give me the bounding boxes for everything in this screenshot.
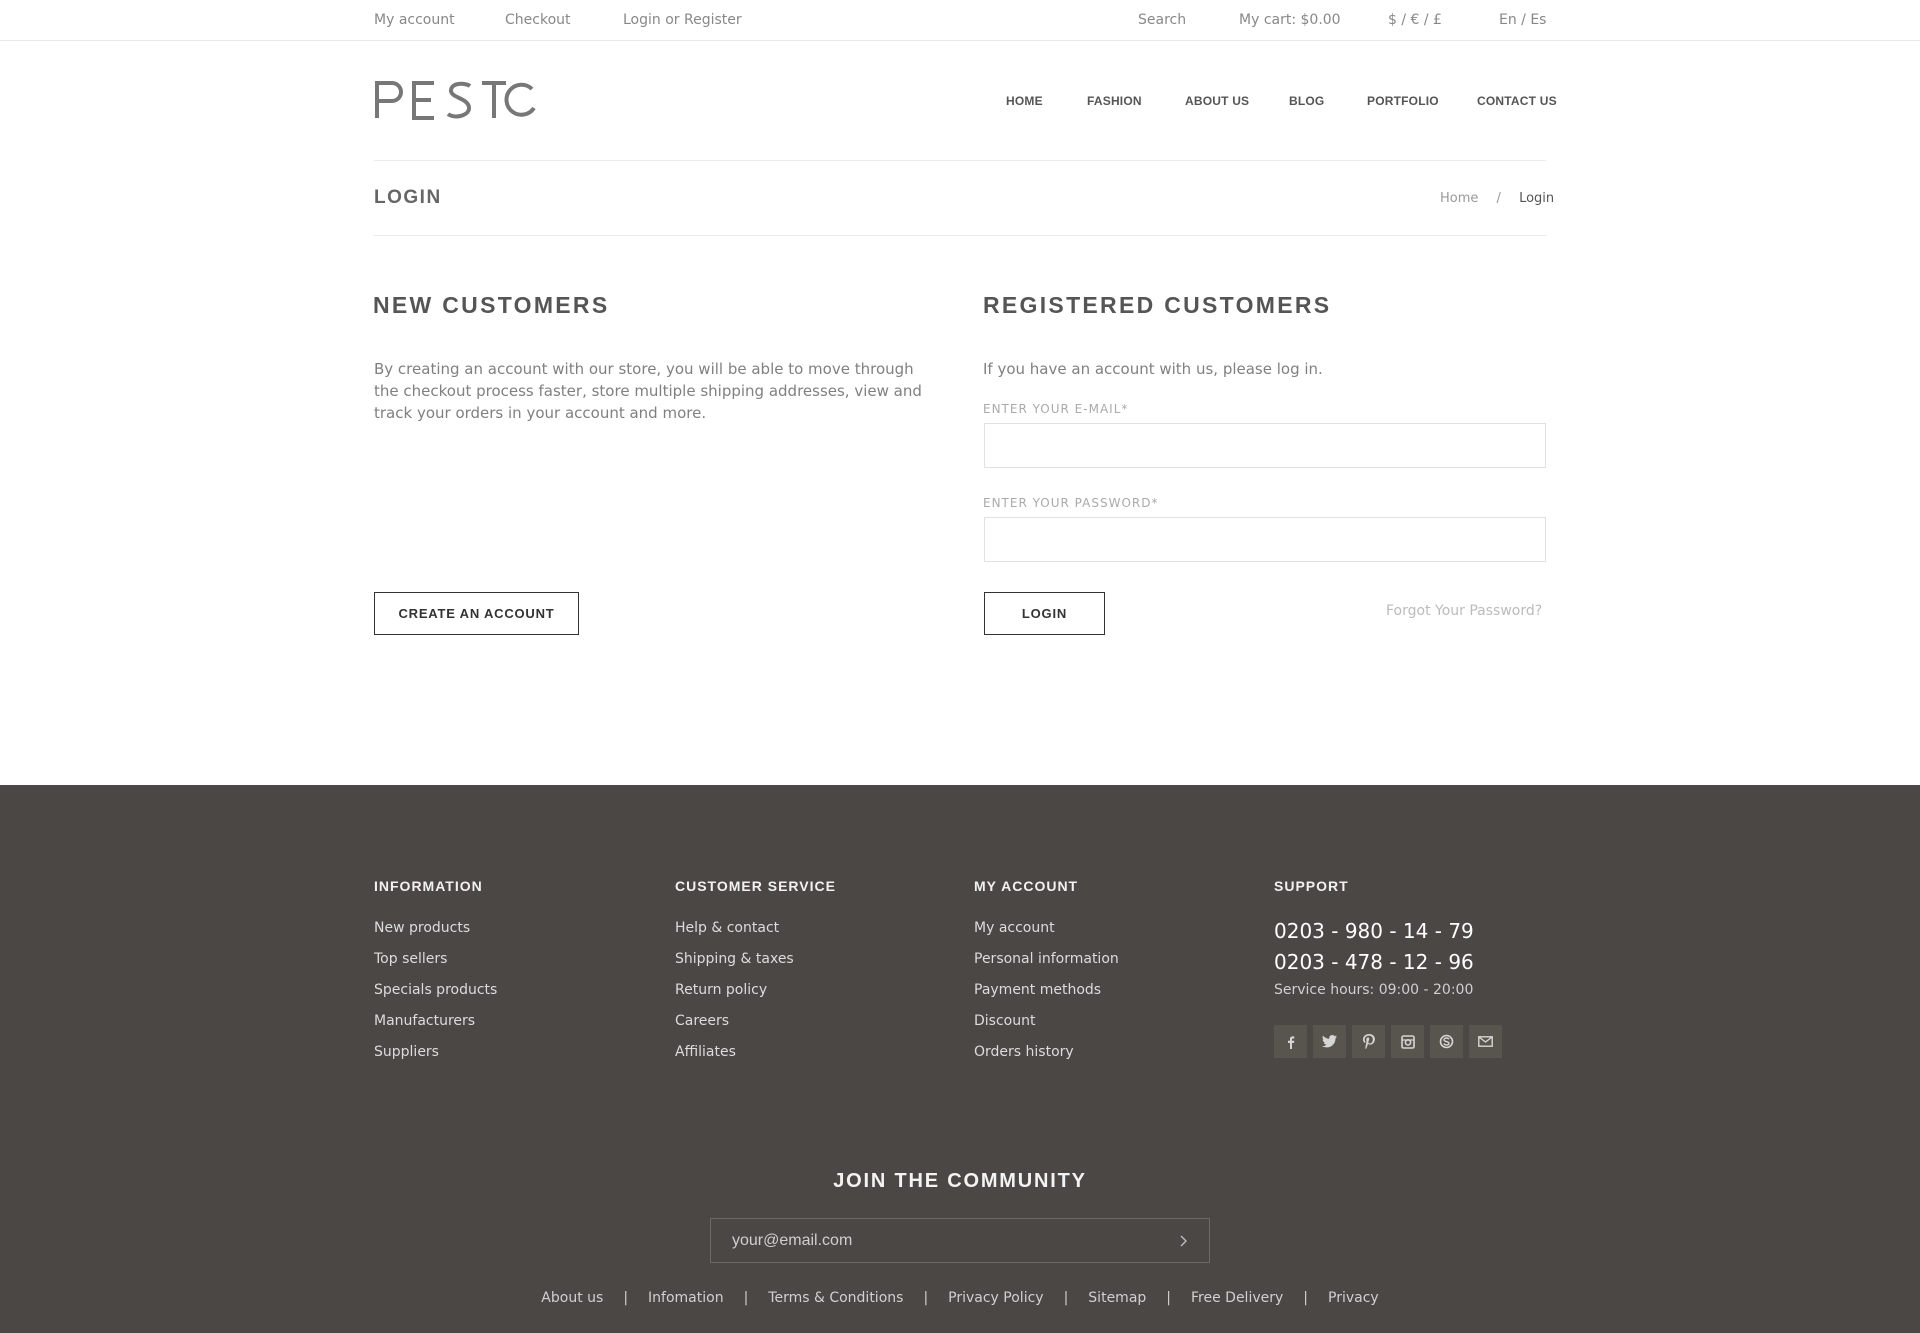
nav-about-us[interactable]: ABOUT US	[1185, 94, 1249, 108]
registered-customers-text: If you have an account with us, please l…	[983, 360, 1323, 378]
nav-blog[interactable]: BLOG	[1289, 94, 1324, 108]
registered-customers-title: REGISTERED CUSTOMERS	[983, 292, 1332, 318]
forgot-password-link[interactable]: Forgot Your Password?	[1386, 603, 1542, 619]
bottom-link-privacy[interactable]: Privacy	[1328, 1290, 1379, 1306]
nav-contact-us[interactable]: CONTACT US	[1477, 94, 1557, 108]
currency-switcher[interactable]: $ / € / £	[1388, 12, 1442, 28]
separator: |	[1063, 1290, 1069, 1306]
new-customers-title: NEW CUSTOMERS	[373, 292, 610, 318]
breadcrumb: Home / Login	[1440, 191, 1554, 206]
support-phone-2: 0203 - 478 - 12 - 96	[1274, 950, 1474, 974]
pinterest-icon	[1362, 1034, 1375, 1049]
login-button[interactable]: LOGIN	[984, 592, 1105, 635]
login-register-link[interactable]: Login or Register	[623, 12, 742, 28]
facebook-button[interactable]	[1274, 1025, 1307, 1058]
pinterest-button[interactable]	[1352, 1025, 1385, 1058]
header-divider	[374, 160, 1546, 161]
instagram-icon	[1400, 1034, 1415, 1049]
newsletter-form	[710, 1218, 1210, 1263]
skype-icon	[1439, 1034, 1454, 1049]
mail-button[interactable]	[1469, 1025, 1502, 1058]
footer-link-orders-history[interactable]: Orders history	[974, 1044, 1074, 1060]
footer-link-specials-products[interactable]: Specials products	[374, 982, 497, 998]
footer-bottom-links: About us | Infomation | Terms & Conditio…	[0, 1290, 1920, 1306]
footer-link-help-contact[interactable]: Help & contact	[675, 920, 779, 936]
footer-link-affiliates[interactable]: Affiliates	[675, 1044, 736, 1060]
footer-link-discount[interactable]: Discount	[974, 1013, 1035, 1029]
footer-link-return-policy[interactable]: Return policy	[675, 982, 767, 998]
chevron-right-icon[interactable]	[1177, 1233, 1191, 1249]
instagram-button[interactable]	[1391, 1025, 1424, 1058]
footer-link-personal-information[interactable]: Personal information	[974, 951, 1119, 967]
language-switcher[interactable]: En / Es	[1499, 12, 1546, 28]
footer: INFORMATION New products Top sellers Spe…	[0, 785, 1920, 1333]
breadcrumb-current: Login	[1519, 191, 1555, 206]
twitter-icon	[1322, 1035, 1337, 1048]
footer-link-suppliers[interactable]: Suppliers	[374, 1044, 439, 1060]
password-label: ENTER YOUR PASSWORD*	[983, 496, 1159, 510]
nav-fashion[interactable]: FASHION	[1087, 94, 1142, 108]
footer-link-my-account[interactable]: My account	[974, 920, 1055, 936]
footer-support-title: SUPPORT	[1274, 878, 1349, 894]
top-bar: My account Checkout Login or Register Se…	[0, 0, 1920, 41]
breadcrumb-home[interactable]: Home	[1440, 191, 1478, 206]
nav-home[interactable]: HOME	[1006, 94, 1043, 108]
bottom-link-sitemap[interactable]: Sitemap	[1088, 1290, 1146, 1306]
page-title: LOGIN	[374, 187, 442, 208]
title-divider	[374, 235, 1546, 236]
password-field[interactable]	[984, 517, 1546, 562]
nav-portfolio[interactable]: PORTFOLIO	[1367, 94, 1439, 108]
separator: |	[1166, 1290, 1171, 1306]
newsletter-email-input[interactable]	[711, 1219, 1209, 1262]
support-phone-1: 0203 - 980 - 14 - 79	[1274, 919, 1474, 943]
footer-link-payment-methods[interactable]: Payment methods	[974, 982, 1101, 998]
separator: |	[743, 1290, 749, 1306]
my-account-link[interactable]: My account	[374, 12, 455, 28]
bottom-link-privacy-policy[interactable]: Privacy Policy	[948, 1290, 1043, 1306]
email-label: ENTER YOUR E-MAIL*	[983, 402, 1129, 416]
twitter-button[interactable]	[1313, 1025, 1346, 1058]
skype-button[interactable]	[1430, 1025, 1463, 1058]
bottom-link-terms-conditions[interactable]: Terms & Conditions	[768, 1290, 903, 1306]
join-community-title: JOIN THE COMMUNITY	[833, 1170, 1087, 1192]
footer-customer-service-title: CUSTOMER SERVICE	[675, 878, 836, 894]
email-field[interactable]	[984, 423, 1546, 468]
footer-link-top-sellers[interactable]: Top sellers	[374, 951, 447, 967]
bottom-link-free-delivery[interactable]: Free Delivery	[1191, 1290, 1283, 1306]
create-account-button[interactable]: CREATE AN ACCOUNT	[374, 592, 579, 635]
facebook-icon	[1287, 1035, 1294, 1049]
separator: |	[1303, 1290, 1308, 1306]
bottom-link-infomation[interactable]: Infomation	[648, 1290, 724, 1306]
breadcrumb-separator: /	[1496, 191, 1501, 206]
footer-link-new-products[interactable]: New products	[374, 920, 470, 936]
footer-link-manufacturers[interactable]: Manufacturers	[374, 1013, 475, 1029]
site-logo[interactable]	[374, 80, 542, 120]
footer-link-shipping-taxes[interactable]: Shipping & taxes	[675, 951, 794, 967]
service-hours: Service hours: 09:00 - 20:00	[1274, 982, 1474, 998]
new-customers-text: By creating an account with our store, y…	[374, 360, 922, 422]
search-link[interactable]: Search	[1138, 12, 1186, 28]
cart-link[interactable]: My cart: $0.00	[1239, 12, 1341, 28]
mail-icon	[1478, 1036, 1493, 1047]
bottom-link-about-us[interactable]: About us	[541, 1290, 603, 1306]
footer-link-careers[interactable]: Careers	[675, 1013, 729, 1029]
logo-mark	[375, 81, 536, 120]
separator: |	[623, 1290, 629, 1306]
footer-information-title: INFORMATION	[374, 878, 483, 894]
footer-my-account-title: MY ACCOUNT	[974, 878, 1079, 894]
checkout-link[interactable]: Checkout	[505, 12, 571, 28]
separator: |	[923, 1290, 929, 1306]
